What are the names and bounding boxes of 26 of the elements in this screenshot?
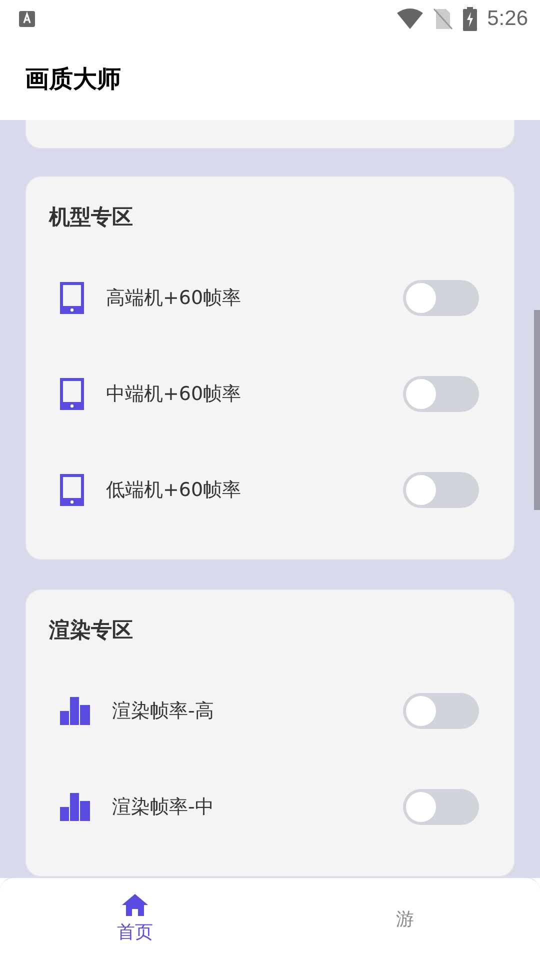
setting-label: 渲染帧率-高 — [112, 699, 215, 724]
nav-tab[interactable]: 首页 — [0, 878, 270, 960]
toggle-switch[interactable] — [403, 280, 479, 316]
no-sim-icon — [433, 8, 454, 30]
battery-icon — [463, 7, 478, 31]
toggle-switch[interactable] — [403, 376, 479, 412]
status-time: 5:26 — [487, 7, 528, 31]
toggle-switch[interactable] — [403, 693, 479, 729]
section-title: 渲染专区 — [48, 617, 134, 644]
wifi-icon — [397, 8, 424, 30]
phone-icon — [60, 474, 84, 506]
nav-tab[interactable]: 游 — [270, 878, 540, 960]
home-icon — [122, 894, 148, 916]
section-title: 机型专区 — [48, 204, 134, 231]
toggle-switch[interactable] — [403, 472, 479, 508]
setting-label: 中端机+60帧率 — [106, 382, 242, 407]
setting-label: 低端机+60帧率 — [106, 478, 242, 503]
phone-icon — [60, 282, 84, 314]
phone-icon — [60, 378, 84, 410]
setting-label: 高端机+60帧率 — [106, 286, 242, 311]
app-title: 画质大师 — [25, 64, 121, 95]
toggle-switch[interactable] — [403, 789, 479, 825]
setting-label: 渲染帧率-中 — [112, 795, 215, 820]
keyboard-icon — [19, 11, 35, 27]
bar-chart-icon — [60, 793, 90, 821]
bar-chart-icon — [60, 697, 90, 725]
